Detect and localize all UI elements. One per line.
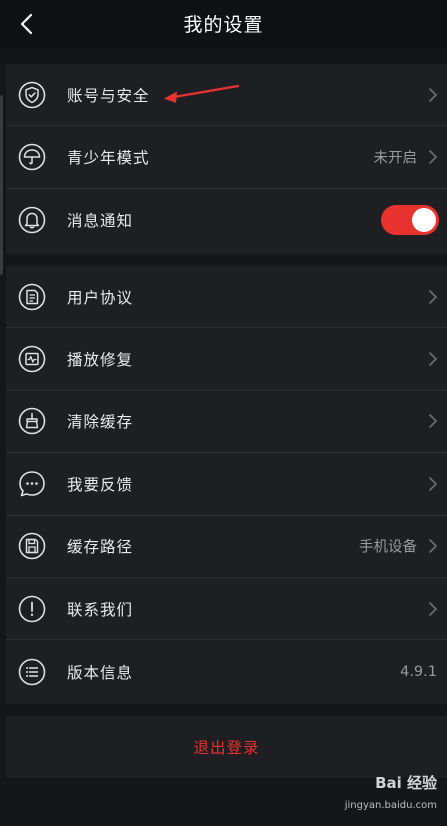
exclamation-icon [18, 595, 46, 622]
logout-label: 退出登录 [193, 739, 260, 757]
watermark-url: jingyan.baidu.com [344, 800, 437, 811]
row-label: 用户协议 [67, 288, 134, 307]
chevron-right-icon [429, 289, 437, 304]
row-label: 账号与安全 [67, 86, 150, 105]
settings-group-2: 用户协议 播放修复 清除缓存 我要反馈 缓存路径 手机设备 联系我们 版本信息 … [6, 266, 447, 704]
repair-icon [18, 345, 46, 373]
row-cache-path[interactable]: 缓存路径 手机设备 [6, 516, 447, 578]
chevron-right-icon [429, 414, 437, 429]
page-title: 我的设置 [183, 14, 264, 36]
row-label: 版本信息 [67, 663, 134, 682]
umbrella-icon [18, 143, 46, 171]
row-label: 消息通知 [67, 211, 134, 230]
row-value: 未开启 [373, 150, 418, 167]
edge-scroll-indicator [0, 95, 3, 275]
row-teen-mode[interactable]: 青少年模式 未开启 [6, 126, 447, 189]
row-label: 缓存路径 [67, 538, 134, 557]
bell-icon [18, 206, 46, 234]
row-clear-cache[interactable]: 清除缓存 [6, 391, 447, 454]
document-icon [18, 283, 46, 310]
chevron-right-icon [429, 352, 437, 366]
row-label: 我要反馈 [67, 475, 134, 494]
save-disk-icon [18, 532, 46, 560]
version-value: 4.9.1 [400, 663, 437, 680]
row-notifications: 消息通知 [6, 189, 447, 251]
toggle-knob [412, 207, 436, 232]
chat-bubble-icon [19, 471, 45, 497]
list-icon [18, 658, 46, 685]
watermark-logo-text: Bai 经验 [375, 774, 437, 792]
row-value: 手机设备 [359, 539, 417, 556]
top-bar: 我的设置 [0, 0, 447, 48]
chevron-right-icon [429, 477, 437, 491]
row-label: 联系我们 [67, 600, 134, 619]
row-contact-us[interactable]: 联系我们 [6, 578, 447, 641]
row-label: 播放修复 [67, 351, 134, 370]
shield-check-icon [18, 81, 46, 108]
watermark: Bai 经验 jingyan.baidu.com [327, 772, 437, 822]
row-feedback[interactable]: 我要反馈 [6, 453, 447, 516]
chevron-right-icon [429, 601, 437, 616]
broom-icon [18, 408, 46, 435]
row-playback-repair[interactable]: 播放修复 [6, 328, 447, 391]
header-divider [0, 48, 447, 64]
notification-toggle[interactable] [381, 204, 439, 235]
row-label: 青少年模式 [67, 148, 150, 167]
annotation-arrow-icon [164, 84, 240, 103]
logout-button[interactable]: 退出登录 [6, 716, 447, 778]
chevron-right-icon [429, 150, 437, 164]
row-user-agreement[interactable]: 用户协议 [6, 266, 447, 329]
row-label: 清除缓存 [67, 413, 134, 432]
chevron-right-icon [429, 87, 437, 102]
settings-screen: 我的设置 账号与安全 青少年模式 未开启 消息通知 用户协议 播放修复 清除缓存… [0, 0, 447, 826]
chevron-right-icon [429, 539, 437, 554]
row-version-info: 版本信息 4.9.1 [6, 640, 447, 702]
